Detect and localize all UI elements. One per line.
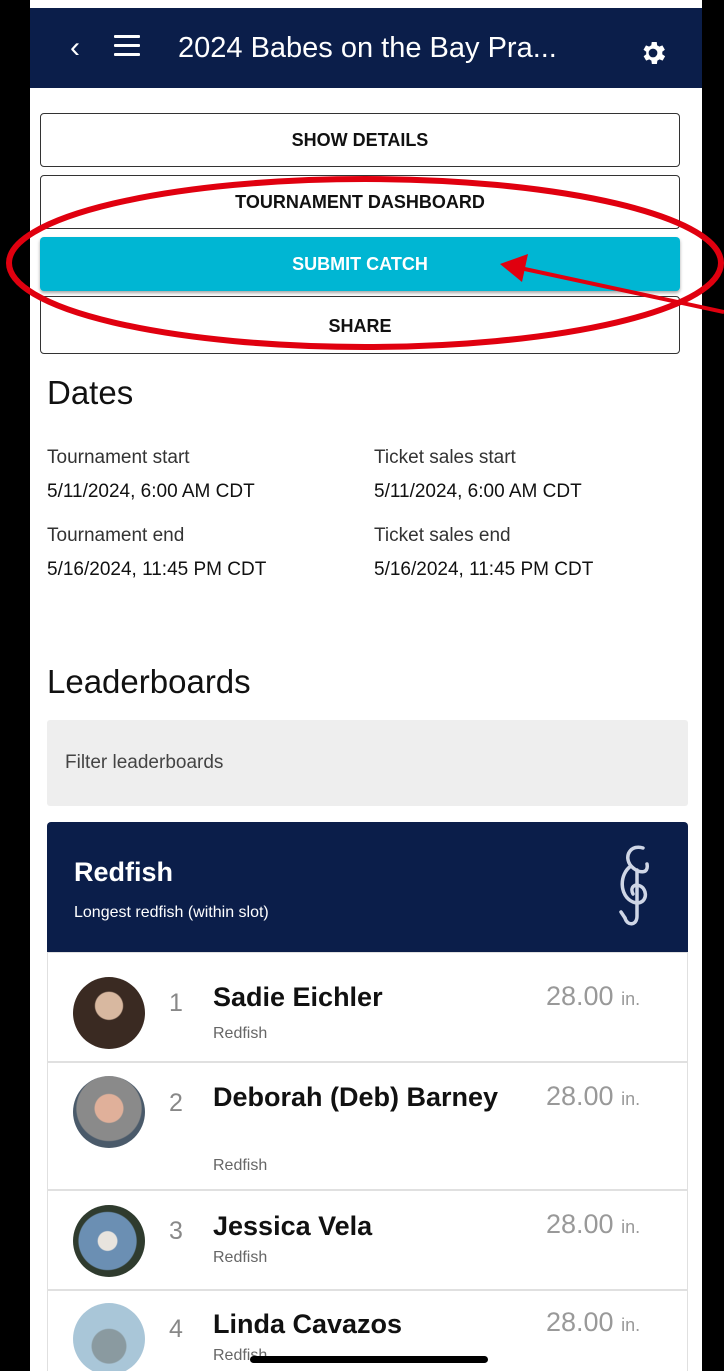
score-unit: in. <box>621 1217 641 1237</box>
dates-heading: Dates <box>47 374 134 411</box>
avatar <box>73 1303 145 1371</box>
filter-leaderboards-input[interactable]: Filter leaderboards <box>47 720 688 806</box>
participant-name: Deborah (Deb) Barney <box>213 1082 499 1112</box>
tournament-end-value: 5/16/2024, 11:45 PM CDT <box>47 559 267 580</box>
submit-catch-button[interactable]: SUBMIT CATCH <box>40 237 680 291</box>
rank-number: 3 <box>169 1217 183 1245</box>
species-label: Redfish <box>213 1025 268 1042</box>
tournament-start-label: Tournament start <box>47 447 190 468</box>
show-details-button[interactable]: SHOW DETAILS <box>40 113 680 167</box>
gear-icon[interactable] <box>638 38 668 68</box>
rank-number: 1 <box>169 989 183 1017</box>
ticket-sales-end-value: 5/16/2024, 11:45 PM CDT <box>374 559 594 580</box>
species-label: Redfish <box>213 1157 268 1174</box>
ticket-sales-end-label: Ticket sales end <box>374 525 511 546</box>
score-value: 28.00 in. <box>546 1307 640 1338</box>
page-title: 2024 Babes on the Bay Pra... <box>178 32 557 64</box>
leaderboard-row[interactable]: 2 Deborah (Deb) Barney Redfish 28.00 in. <box>47 1062 688 1190</box>
participant-name: Jessica Vela <box>213 1211 373 1241</box>
hook-logo-icon <box>619 845 649 926</box>
score-value: 28.00 in. <box>546 1209 640 1240</box>
tournament-end-label: Tournament end <box>47 525 185 546</box>
back-icon[interactable]: ‹ <box>70 30 80 66</box>
score-number: 28.00 <box>546 1307 614 1337</box>
leaderboard-title: Redfish <box>74 857 174 887</box>
score-value: 28.00 in. <box>546 981 640 1012</box>
ticket-sales-start-value: 5/11/2024, 6:00 AM CDT <box>374 481 582 502</box>
ticket-sales-start-label: Ticket sales start <box>374 447 516 468</box>
hamburger-menu-icon[interactable] <box>114 35 140 57</box>
score-number: 28.00 <box>546 1081 614 1111</box>
leaderboard-subtitle: Longest redfish (within slot) <box>74 904 269 921</box>
rank-number: 2 <box>169 1089 183 1117</box>
share-button[interactable]: SHARE <box>40 296 680 354</box>
top-app-bar: ‹ 2024 Babes on the Bay Pra... <box>30 8 702 88</box>
avatar <box>73 977 145 1049</box>
species-label: Redfish <box>213 1249 268 1266</box>
score-unit: in. <box>621 1089 641 1109</box>
app-screen: ‹ 2024 Babes on the Bay Pra... SHOW DETA… <box>30 0 702 1371</box>
home-indicator[interactable] <box>250 1356 488 1363</box>
tournament-dashboard-button[interactable]: TOURNAMENT DASHBOARD <box>40 175 680 229</box>
participant-name: Sadie Eichler <box>213 982 383 1012</box>
leaderboards-heading: Leaderboards <box>47 663 251 700</box>
rank-number: 4 <box>169 1315 183 1343</box>
score-number: 28.00 <box>546 981 614 1011</box>
score-number: 28.00 <box>546 1209 614 1239</box>
score-unit: in. <box>621 1315 641 1335</box>
leaderboard-row[interactable]: 1 Sadie Eichler Redfish 28.00 in. <box>47 952 688 1062</box>
score-value: 28.00 in. <box>546 1081 640 1112</box>
tournament-start-value: 5/11/2024, 6:00 AM CDT <box>47 481 255 502</box>
avatar <box>73 1076 145 1148</box>
leaderboard-header[interactable]: Redfish Longest redfish (within slot) <box>47 822 688 952</box>
score-unit: in. <box>621 989 641 1009</box>
participant-name: Linda Cavazos <box>213 1309 403 1339</box>
avatar <box>73 1205 145 1277</box>
leaderboard-row[interactable]: 3 Jessica Vela Redfish 28.00 in. <box>47 1190 688 1290</box>
